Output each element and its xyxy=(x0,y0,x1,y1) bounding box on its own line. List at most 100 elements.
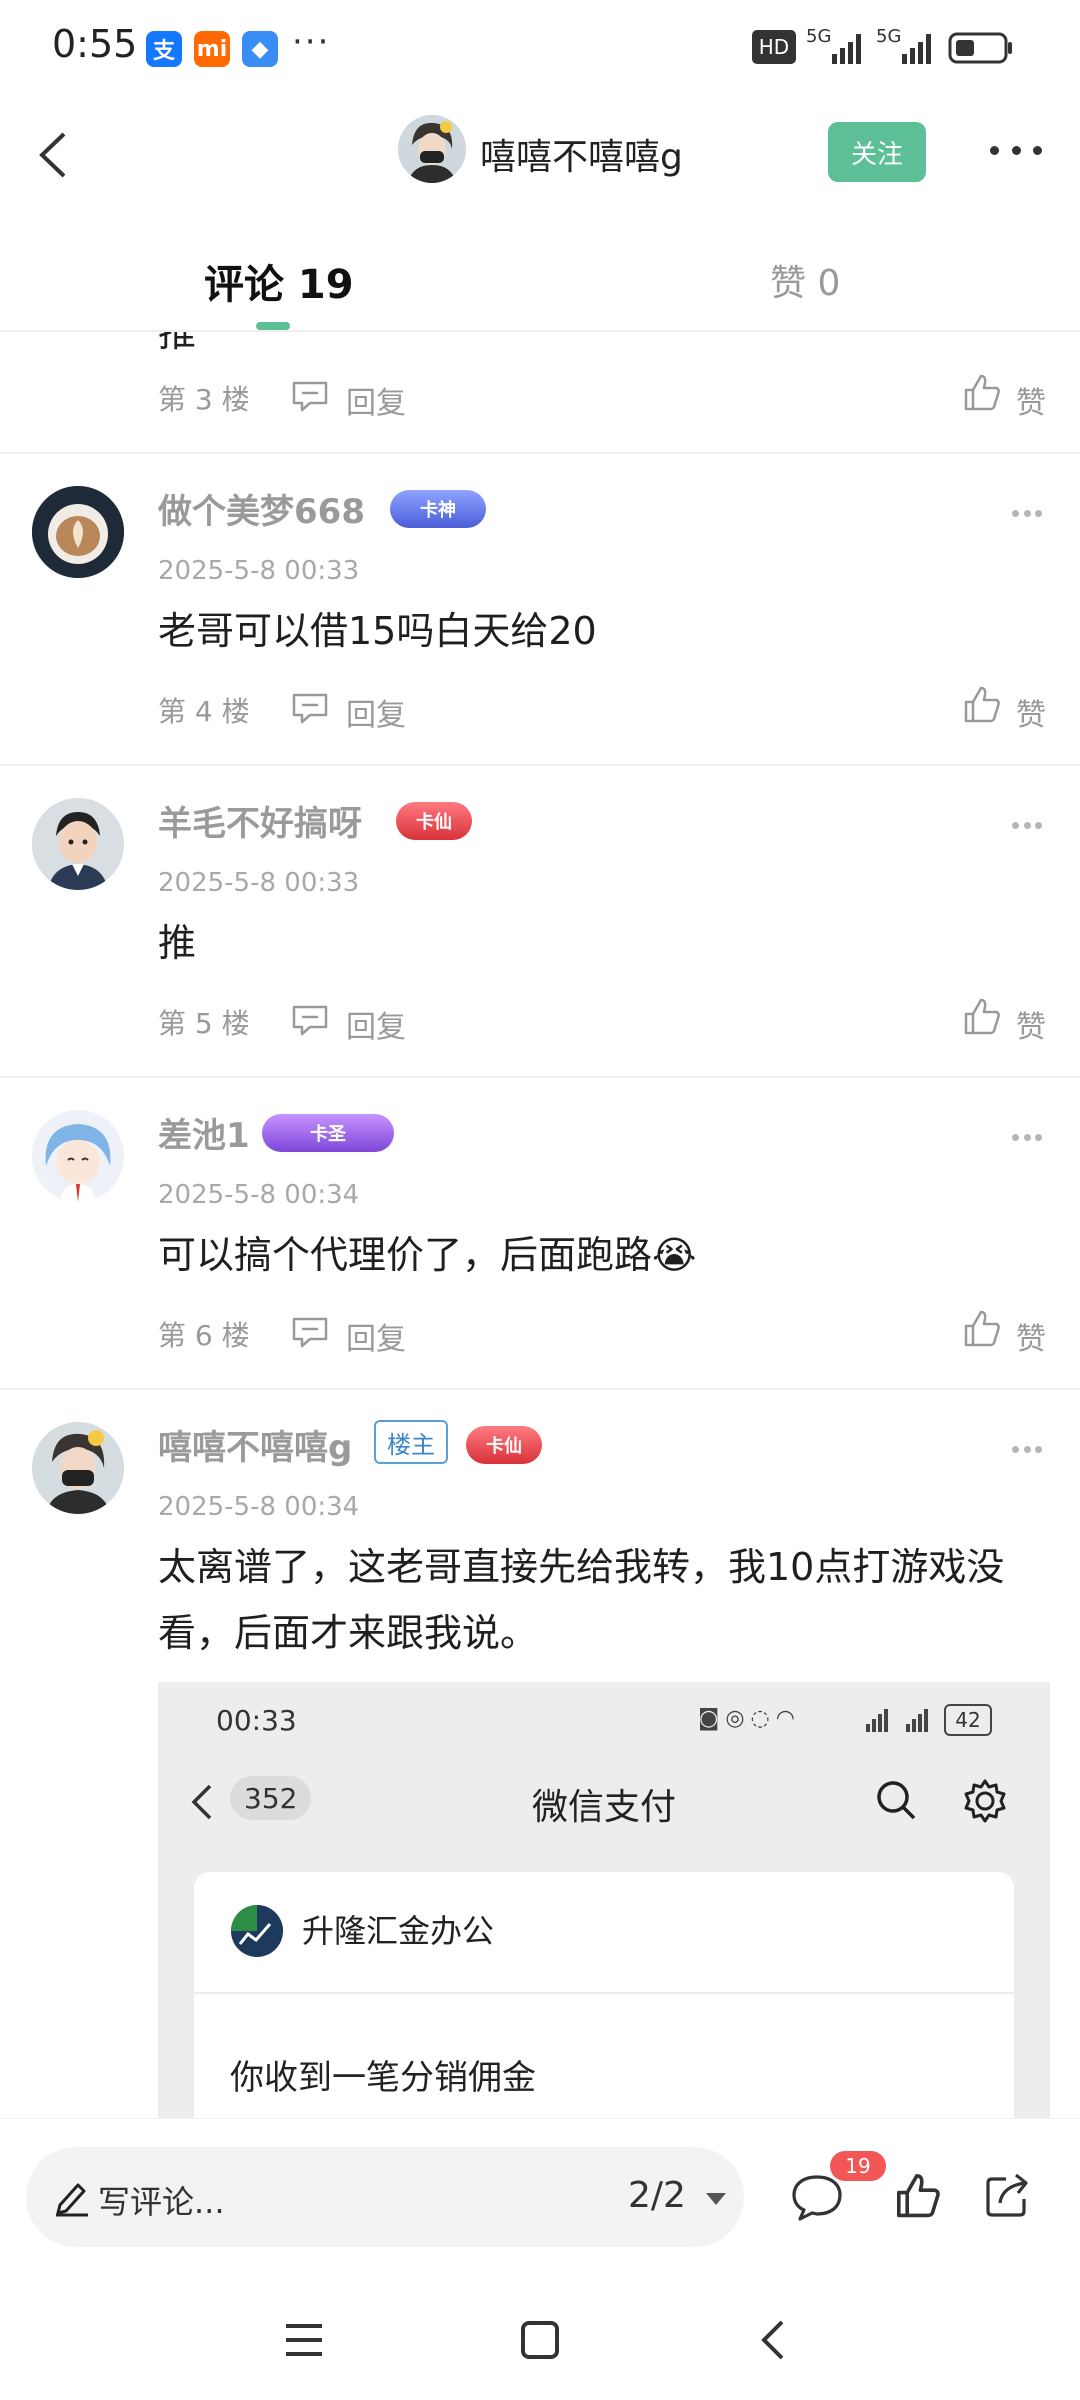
embed-message-card: 升隆汇金办公 你收到一笔分销佣金 xyxy=(194,1872,1014,2118)
comment-more-button[interactable] xyxy=(1012,1446,1042,1456)
comment-more-button[interactable] xyxy=(1012,822,1042,832)
divider xyxy=(0,1388,1080,1390)
floor-label: 第 3 楼 xyxy=(158,383,250,416)
reply-button[interactable]: 回复 xyxy=(346,378,406,422)
tab-likes[interactable]: 赞 0 xyxy=(770,254,840,306)
like-post-icon[interactable] xyxy=(894,2171,942,2219)
alipay-icon: 支 xyxy=(146,31,182,67)
cloud-app-icon: ◆ xyxy=(242,31,278,67)
status-time: 0:55 xyxy=(52,22,138,66)
timestamp: 2025-5-8 00:34 xyxy=(158,1492,360,1522)
like-button[interactable]: 赞 xyxy=(1016,378,1046,422)
like-icon[interactable] xyxy=(962,996,1002,1036)
crying-emoji: 😭 xyxy=(652,1233,697,1277)
rank-badge: 卡圣 xyxy=(262,1114,394,1152)
embed-status-icons: ◙◎◌◠ xyxy=(698,1706,801,1731)
comment-list[interactable]: 推 第 3 楼 回复 赞 做个美梦668 卡神 2025-5-8 00:33 老… xyxy=(0,332,1080,2118)
comments-icon[interactable] xyxy=(790,2173,844,2223)
back-nav-icon[interactable] xyxy=(758,2318,788,2362)
comment-count-badge: 19 xyxy=(830,2151,886,2181)
floor-label: 第 4 楼 xyxy=(158,695,250,728)
comment-input[interactable]: 写评论... 2/2 xyxy=(26,2147,744,2247)
like-button[interactable]: 赞 xyxy=(1016,690,1046,734)
floor-label: 第 5 楼 xyxy=(158,1007,250,1040)
attached-screenshot[interactable]: 00:33 ◙◎◌◠ 42 352 微信支付 升隆汇金办公 你收到一笔分销佣金 xyxy=(158,1682,1050,2118)
avatar[interactable] xyxy=(32,1110,124,1202)
rank-badge: 卡仙 xyxy=(466,1426,542,1464)
signal-5g-label-2: 5G xyxy=(876,26,902,47)
avatar[interactable] xyxy=(32,798,124,890)
comment-text: 可以搞个代理价了，后面跑路😭 xyxy=(158,1222,1038,1288)
comment-text: 推 xyxy=(158,921,197,965)
author-avatar[interactable] xyxy=(398,115,466,183)
host-tag: 楼主 xyxy=(374,1420,448,1464)
reply-icon[interactable] xyxy=(290,1316,330,1348)
menu-nav-icon[interactable] xyxy=(284,2322,324,2358)
reply-button[interactable]: 回复 xyxy=(346,1002,406,1046)
like-icon[interactable] xyxy=(962,684,1002,724)
timestamp: 2025-5-8 00:33 xyxy=(158,556,360,586)
more-options-button[interactable] xyxy=(990,130,1042,170)
embed-message-text: 你收到一笔分销佣金 xyxy=(230,2058,536,2098)
follow-button[interactable]: 关注 xyxy=(828,122,926,182)
embed-status-time: 00:33 xyxy=(216,1704,297,1737)
divider xyxy=(0,1076,1080,1078)
timestamp: 2025-5-8 00:33 xyxy=(158,868,360,898)
embed-merchant-name: 升隆汇金办公 xyxy=(302,1912,495,1950)
embed-search-icon xyxy=(877,1781,916,1820)
reply-icon[interactable] xyxy=(290,380,330,412)
floor-label: 第 6 楼 xyxy=(158,1319,250,1352)
embed-signal-icons xyxy=(862,1706,952,1741)
battery-icon xyxy=(948,32,1012,64)
divider xyxy=(0,452,1080,454)
bottom-action-bar: 写评论... 2/2 19 xyxy=(0,2118,1080,2283)
username[interactable]: 羊毛不好搞呀 xyxy=(158,796,362,845)
merchant-logo xyxy=(231,1905,283,1957)
like-button[interactable]: 赞 xyxy=(1016,1314,1046,1358)
page-dropdown-icon[interactable] xyxy=(704,2191,728,2207)
comment-more-button[interactable] xyxy=(1012,510,1042,520)
username[interactable]: 嘻嘻不嘻嘻g xyxy=(158,1420,352,1469)
reply-button[interactable]: 回复 xyxy=(346,690,406,734)
reply-icon[interactable] xyxy=(290,1004,330,1036)
reply-icon[interactable] xyxy=(290,692,330,724)
divider xyxy=(0,764,1080,766)
share-icon[interactable] xyxy=(982,2169,1034,2221)
system-nav-bar xyxy=(0,2282,1080,2400)
hd-icon: HD xyxy=(752,30,796,64)
embed-battery: 42 xyxy=(944,1704,992,1736)
comment-text: 太离谱了，这老哥直接先给我转，我10点打游戏没看，后面才来跟我说。 xyxy=(158,1545,1005,1655)
signal-icon-1 xyxy=(832,34,861,64)
reply-button[interactable]: 回复 xyxy=(346,1314,406,1358)
like-icon[interactable] xyxy=(962,1308,1002,1348)
mi-icon: mi xyxy=(194,31,230,67)
tab-comments[interactable]: 评论 19 xyxy=(204,252,354,310)
avatar[interactable] xyxy=(32,486,124,578)
embed-signal-icon xyxy=(866,1709,928,1732)
tab-active-indicator xyxy=(256,322,290,330)
pencil-icon xyxy=(56,2183,88,2217)
status-bar: 0:55 支 mi ◆ ··· HD 5G 5G xyxy=(0,0,1080,100)
rank-badge: 卡神 xyxy=(390,490,486,528)
header: 嘻嘻不嘻嘻g 关注 xyxy=(0,100,1080,210)
username[interactable]: 做个美梦668 xyxy=(158,484,365,533)
home-nav-icon[interactable] xyxy=(520,2320,560,2360)
header-title: 嘻嘻不嘻嘻g xyxy=(480,137,683,178)
tab-bar: 评论 19 赞 0 xyxy=(0,230,1080,332)
avatar[interactable] xyxy=(32,1422,124,1514)
page-indicator[interactable]: 2/2 xyxy=(628,2175,686,2216)
back-button[interactable] xyxy=(20,120,90,190)
rank-badge: 卡仙 xyxy=(396,802,472,840)
like-button[interactable]: 赞 xyxy=(1016,1002,1046,1046)
like-icon[interactable] xyxy=(962,372,1002,412)
timestamp: 2025-5-8 00:34 xyxy=(158,1180,360,1210)
username[interactable]: 差池1 xyxy=(158,1108,250,1157)
comment-text-partial: 推 xyxy=(158,332,197,355)
comment-input-placeholder: 写评论... xyxy=(98,2183,225,2221)
more-notifications-icon: ··· xyxy=(292,22,331,62)
comment-more-button[interactable] xyxy=(1012,1134,1042,1144)
comment-text-body: 可以搞个代理价了，后面跑路 xyxy=(158,1233,653,1277)
signal-5g-label-1: 5G xyxy=(806,26,832,47)
embed-card-divider xyxy=(194,1992,1014,1994)
signal-icon-2 xyxy=(902,34,931,64)
